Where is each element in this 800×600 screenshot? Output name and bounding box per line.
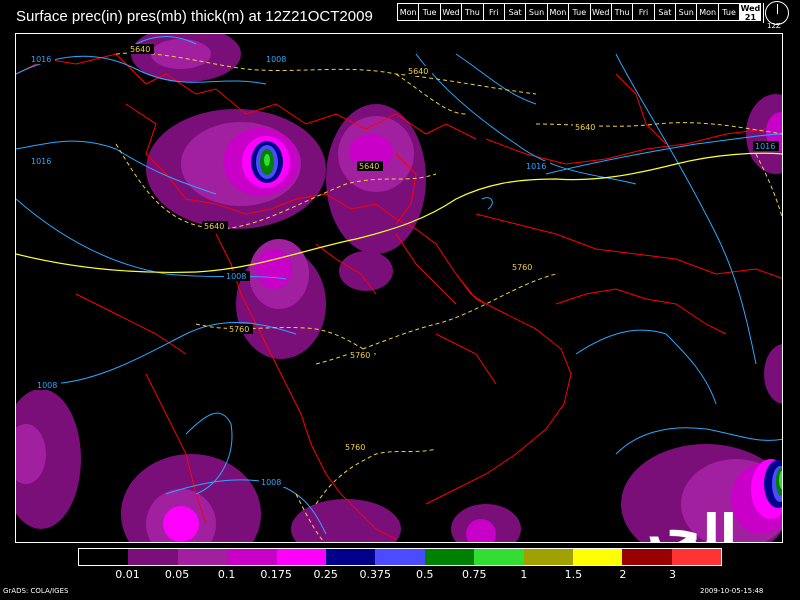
legend-swatch xyxy=(375,549,425,565)
pressure-contour xyxy=(615,53,757,365)
precip-area xyxy=(264,154,270,166)
day-cell: Mon xyxy=(546,3,569,21)
active-day-date: 21 xyxy=(744,13,757,22)
precip-area xyxy=(291,499,401,542)
thickness-label: 5640 xyxy=(204,222,224,231)
active-day-label: Wed xyxy=(740,4,761,13)
border xyxy=(485,128,767,165)
precipitation-legend-bar xyxy=(78,548,722,566)
day-cell: Mon xyxy=(397,3,419,21)
legend-tick-label: 1.5 xyxy=(564,568,583,581)
legend-swatch xyxy=(79,549,129,565)
legend-swatch xyxy=(177,549,228,565)
clock-hand xyxy=(777,4,778,14)
pressure-contour xyxy=(455,53,537,105)
border xyxy=(615,73,667,145)
day-cell: Tue xyxy=(418,3,440,21)
day-cell: Tue xyxy=(568,3,590,21)
day-cell: Mon xyxy=(696,3,718,21)
precip-area xyxy=(256,249,292,289)
day-cell: Sat xyxy=(653,3,676,21)
thickness-label: 5760 xyxy=(345,443,365,452)
legend-tick-label: 0.5 xyxy=(416,568,434,581)
legend-swatch xyxy=(424,549,475,565)
active-day-cell: Wed 21 xyxy=(739,3,761,22)
legend-tick-label: 0.75 xyxy=(462,568,487,581)
legend-swatch xyxy=(671,549,721,565)
pressure-contour xyxy=(575,329,717,405)
legend-swatch xyxy=(227,549,277,565)
thickness-label: 5640 xyxy=(408,67,428,76)
day-cell: Wed xyxy=(589,3,611,21)
pressure-label: 1008 xyxy=(261,478,281,487)
pressure-label: 1008 xyxy=(37,381,57,390)
legend-tick-label: 0.25 xyxy=(313,568,338,581)
legend-tick-label: 2 xyxy=(619,568,627,581)
coastline xyxy=(425,273,572,505)
thickness-contour xyxy=(315,448,437,505)
map-frame: 1016 1008 1016 1008 1008 1016 1016 1008 … xyxy=(15,33,783,543)
precip-area xyxy=(163,506,199,542)
pressure-label: 1016 xyxy=(526,162,546,171)
pressure-label: 1008 xyxy=(266,55,286,64)
chart-title: Surface prec(in) pres(mb) thick(m) at 12… xyxy=(16,8,373,25)
day-cell: Thu xyxy=(610,3,633,21)
legend-tick-label: 0.01 xyxy=(115,568,140,581)
pressure-contour xyxy=(481,197,493,210)
day-cell: Tue xyxy=(717,3,740,21)
legend-swatch xyxy=(276,549,326,565)
legend-swatch xyxy=(622,549,672,565)
day-cell: Fri xyxy=(482,3,504,21)
pressure-label: 1016 xyxy=(31,55,51,64)
day-cell: Sun xyxy=(525,3,547,21)
legend-tick-label: 3 xyxy=(668,568,676,581)
footer-credit: GrADS: COLA/IGES xyxy=(3,587,69,595)
day-cell: Sat xyxy=(503,3,526,21)
pressure-label: 1008 xyxy=(226,272,246,281)
thickness-label: 5640 xyxy=(359,162,379,171)
legend-tick-label: 0.175 xyxy=(260,568,292,581)
weather-chart-page: Surface prec(in) pres(mb) thick(m) at 12… xyxy=(0,0,800,600)
day-cell: Wed xyxy=(439,3,462,21)
thickness-label: 5760 xyxy=(350,351,370,360)
precip-area xyxy=(764,344,782,404)
legend-tick-label: 0.05 xyxy=(164,568,190,581)
arabic-watermark: الحر xyxy=(634,504,738,543)
border xyxy=(75,293,187,355)
day-cell: Thu xyxy=(461,3,483,21)
precipitation-layer xyxy=(16,34,782,542)
legend-swatch xyxy=(572,549,623,565)
legend-tick-label: 0.1 xyxy=(217,568,236,581)
precip-area xyxy=(339,251,393,291)
border xyxy=(435,333,497,385)
legend-tick-label: 0.375 xyxy=(359,568,391,581)
legend-swatch xyxy=(325,549,376,565)
legend-tick-label: 1 xyxy=(520,568,528,581)
thickness-contour xyxy=(395,73,467,115)
legend-swatch xyxy=(474,549,524,565)
footer-timestamp: 2009-10-05-15:48 xyxy=(700,587,764,595)
thickness-label: 5640 xyxy=(130,45,150,54)
forecast-day-bar: Mon Tue Wed Thu Fri Sat Sun Mon Tue Wed Thu Fri Sat S… xyxy=(397,3,764,23)
precip-area xyxy=(151,39,211,69)
weather-map: 1016 1008 1016 1008 1008 1016 1016 1008 … xyxy=(16,34,782,542)
day-cell: Sun xyxy=(675,3,697,21)
pressure-label: 1016 xyxy=(31,157,51,166)
legend-swatch xyxy=(523,549,573,565)
pressure-label: 1016 xyxy=(755,142,775,151)
thickness-label: 5760 xyxy=(229,325,249,334)
thickness-label: 5760 xyxy=(512,263,532,272)
border xyxy=(395,233,457,305)
legend-swatch xyxy=(128,549,178,565)
thickness-label: 5640 xyxy=(575,123,595,132)
coastline xyxy=(555,288,727,335)
clock-label: 12Z xyxy=(767,22,781,30)
day-cell: Fri xyxy=(632,3,654,21)
